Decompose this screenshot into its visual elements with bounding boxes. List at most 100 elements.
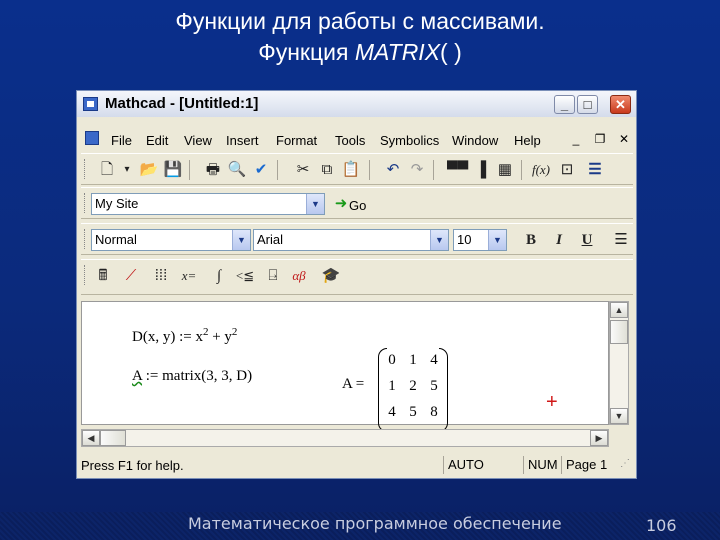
go-arrow-icon[interactable]: ➜ — [331, 194, 351, 214]
matrix-cell: 1 — [409, 352, 417, 368]
print-preview-icon[interactable]: 🔍 — [227, 160, 247, 180]
matrix-cell: 2 — [409, 378, 417, 394]
status-page: Page 1 — [561, 456, 622, 474]
vertical-scrollbar[interactable]: ▲ ▼ — [609, 301, 629, 425]
align-left-icon[interactable]: ☰ — [611, 230, 631, 250]
close-button[interactable]: ✕ — [610, 95, 631, 114]
worksheet[interactable]: D(x, y) := x2 + y2 A := matrix(3, 3, D) … — [81, 301, 609, 432]
minimize-button[interactable]: _ — [554, 95, 575, 114]
menu-tools[interactable]: Tools — [335, 133, 365, 148]
slide-title-line2: Функция MATRIX( ) — [258, 39, 462, 65]
formatting-toolbar: Normal ▼ Arial ▼ 10 ▼ B I U ☰ — [81, 223, 633, 255]
chevron-down-icon[interactable]: ▼ — [488, 230, 506, 250]
matrix-icon[interactable]: ⁞⁞⁞ — [151, 266, 171, 286]
copy-icon[interactable]: ⧉ — [317, 160, 337, 180]
cut-icon[interactable]: ✂ — [293, 160, 313, 180]
redo-icon[interactable]: ↷ — [407, 160, 427, 180]
doc-close-button[interactable]: ✕ — [615, 131, 633, 147]
open-icon[interactable]: 📂 — [139, 160, 159, 180]
go-button[interactable]: Go — [349, 198, 366, 213]
programming-icon[interactable]: ⍈ — [263, 266, 283, 286]
calculate-icon[interactable]: ▦ — [495, 160, 515, 180]
insert-unit-icon[interactable]: ⊡ — [557, 160, 577, 180]
toolbar-grip[interactable] — [84, 265, 88, 285]
title-bar[interactable]: Mathcad - [Untitled:1] _ □ ✕ — [77, 91, 636, 117]
scroll-left-button[interactable]: ◀ — [82, 430, 100, 446]
status-num: NUM — [523, 456, 564, 474]
evaluation-button[interactable]: x= — [179, 266, 199, 286]
menu-symbolics[interactable]: Symbolics — [380, 133, 439, 148]
new-dropdown-icon[interactable]: ▾ — [117, 160, 137, 180]
doc-restore-button[interactable]: ❐ — [591, 131, 609, 147]
align-across-icon[interactable]: ▀▀ — [447, 160, 468, 180]
toolbar-grip[interactable] — [84, 193, 88, 213]
menu-bar: File Edit View Insert Format Tools Symbo… — [77, 129, 636, 151]
align-down-icon[interactable]: ▐ — [471, 160, 491, 180]
symbolic-icon[interactable]: 🎓 — [321, 266, 341, 286]
menu-file[interactable]: File — [111, 133, 132, 148]
maximize-button[interactable]: □ — [577, 95, 598, 114]
slide-title: Функции для работы с массивами. Функция … — [0, 6, 720, 68]
font-select[interactable]: Arial ▼ — [253, 229, 449, 251]
function-definition[interactable]: D(x, y) := x2 + y2 — [132, 326, 237, 346]
menu-window[interactable]: Window — [452, 133, 498, 148]
italic-button[interactable]: I — [549, 230, 569, 250]
doc-minimize-button[interactable]: _ — [567, 131, 585, 147]
spell-check-icon[interactable]: ✔ — [251, 160, 271, 180]
matrix-cell: 5 — [409, 404, 417, 420]
underline-button[interactable]: U — [577, 230, 597, 250]
resources-icon[interactable]: ☰ — [585, 160, 605, 180]
menu-format[interactable]: Format — [276, 133, 317, 148]
resources-toolbar: My Site ▼ ➜ Go — [81, 187, 633, 219]
matrix-cell: 4 — [388, 404, 396, 420]
status-mode: AUTO — [443, 456, 526, 474]
status-help-text: Press F1 for help. — [81, 458, 184, 473]
calculus-icon[interactable]: ∫ — [209, 266, 229, 286]
toolbar-grip[interactable] — [84, 229, 88, 249]
result-label[interactable]: A = — [342, 376, 364, 393]
chevron-down-icon[interactable]: ▼ — [430, 230, 448, 250]
matrix-assignment[interactable]: A := matrix(3, 3, D) — [132, 368, 252, 385]
new-icon[interactable]: 🗋 — [97, 160, 117, 180]
matrix-cell: 1 — [388, 378, 396, 394]
scroll-down-button[interactable]: ▼ — [610, 408, 628, 424]
graph-icon[interactable]: ⟋ — [121, 266, 141, 286]
chevron-down-icon[interactable]: ▼ — [232, 230, 250, 250]
vertical-scroll-thumb[interactable] — [610, 320, 628, 344]
site-select[interactable]: My Site ▼ — [91, 193, 325, 215]
crosshair-cursor: + — [546, 391, 558, 413]
horizontal-scrollbar[interactable]: ◀ ▶ — [81, 429, 609, 447]
horizontal-scroll-thumb[interactable] — [100, 430, 126, 446]
result-matrix[interactable]: 0 1 4 1 2 5 4 5 8 — [378, 348, 448, 432]
undo-icon[interactable]: ↶ — [383, 160, 403, 180]
menu-help[interactable]: Help — [514, 133, 541, 148]
menu-insert[interactable]: Insert — [226, 133, 259, 148]
matrix-cell: 8 — [430, 404, 438, 420]
paste-icon[interactable]: 📋 — [341, 160, 361, 180]
mathcad-window: Mathcad - [Untitled:1] _ □ ✕ File Edit V… — [76, 90, 637, 479]
boolean-button[interactable]: <≦ — [235, 266, 255, 286]
mathcad-app-icon[interactable] — [83, 97, 98, 111]
resize-grip-icon[interactable]: ⋰ — [620, 458, 630, 469]
menu-edit[interactable]: Edit — [146, 133, 168, 148]
scroll-right-button[interactable]: ▶ — [590, 430, 608, 446]
bold-button[interactable]: B — [521, 230, 541, 250]
scroll-up-button[interactable]: ▲ — [610, 302, 628, 318]
document-icon[interactable] — [85, 131, 99, 145]
slide-title-line1: Функции для работы с массивами. — [175, 8, 545, 34]
matrix-cell: 0 — [388, 352, 396, 368]
greek-button[interactable]: αβ — [289, 266, 309, 286]
print-icon[interactable]: 🖶 — [203, 160, 223, 180]
matrix-function-name: MATRIX — [354, 39, 441, 65]
font-size-select[interactable]: 10 ▼ — [453, 229, 507, 251]
matrix-cell: 4 — [430, 352, 438, 368]
menu-view[interactable]: View — [184, 133, 212, 148]
style-select[interactable]: Normal ▼ — [91, 229, 251, 251]
calculator-icon[interactable]: 🖩 — [93, 266, 113, 286]
insert-function-icon[interactable]: f(x) — [531, 160, 551, 180]
toolbar-grip[interactable] — [84, 159, 88, 179]
save-icon[interactable]: 💾 — [163, 160, 183, 180]
standard-toolbar: 🗋 ▾ 📂 💾 🖶 🔍 ✔ ✂ ⧉ 📋 ↶ ↷ ▀▀ ▐ ▦ f(x) ⊡ ☰ — [81, 153, 633, 185]
chevron-down-icon[interactable]: ▼ — [306, 194, 324, 214]
page-number: 106 — [646, 516, 677, 535]
